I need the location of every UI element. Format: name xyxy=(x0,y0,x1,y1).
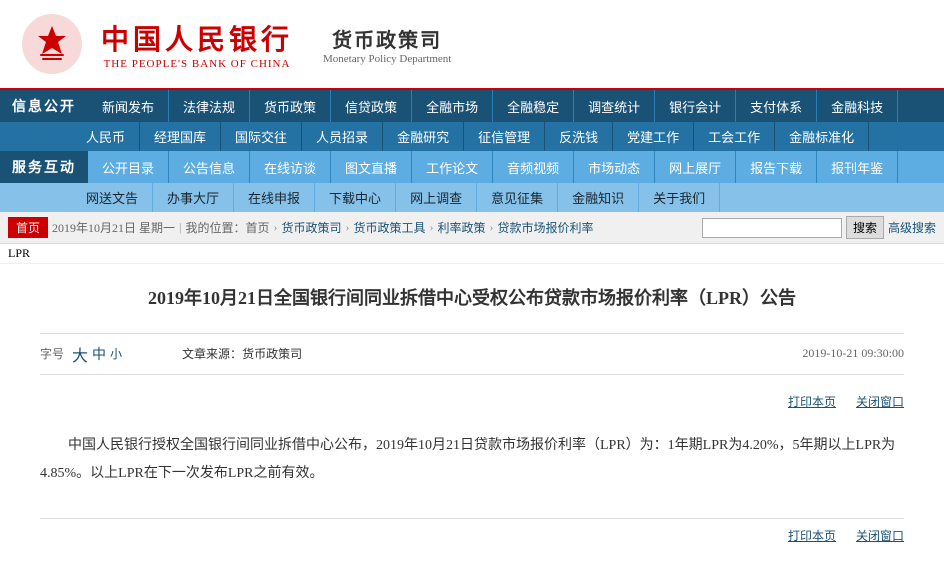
nav-renyuan[interactable]: 人员招录 xyxy=(302,122,383,151)
nav-yinpin[interactable]: 音频视频 xyxy=(493,151,574,183)
current-page-label: LPR xyxy=(0,244,944,264)
nav-xindai[interactable]: 信贷政策 xyxy=(331,90,412,122)
article-actions-top: 打印本页 关闭窗口 xyxy=(40,387,904,416)
nav-gongkai-mulu[interactable]: 公开目录 xyxy=(88,151,169,183)
nav-label-empty-2 xyxy=(0,183,72,212)
source-value: 货币政策司 xyxy=(242,347,302,361)
breadcrumb-link-tools[interactable]: 货币政策工具 xyxy=(353,219,425,236)
nav-jinrong-shichang[interactable]: 全融市场 xyxy=(412,90,493,122)
nav-yinhang-kuaiji[interactable]: 银行会计 xyxy=(655,90,736,122)
nav-label-xinxi: 信息公开 xyxy=(0,90,88,122)
nav-biaozhunhua[interactable]: 金融标准化 xyxy=(775,122,869,151)
nav-banshi-datin[interactable]: 办事大厅 xyxy=(153,183,234,212)
print-link-top[interactable]: 打印本页 xyxy=(788,393,836,410)
article-meta: 字号 大 中 小 文章来源：货币政策司 2019-10-21 09:30:00 xyxy=(40,333,904,375)
dept-name-en: Monetary Policy Department xyxy=(323,53,451,65)
breadcrumb-location-label: 我的位置：首页 xyxy=(185,219,269,236)
breadcrumb-link-dept[interactable]: 货币政策司 xyxy=(281,219,341,236)
nav-xinwen[interactable]: 新闻发布 xyxy=(88,90,169,122)
nav-wangshang-diaocha[interactable]: 网上调查 xyxy=(396,183,477,212)
nav-baogao-xiazai[interactable]: 报告下载 xyxy=(736,151,817,183)
bank-name-en: THE PEOPLE'S BANK OF CHINA xyxy=(104,58,291,70)
breadcrumb-arrow-3: › xyxy=(429,220,433,235)
nav-guoji[interactable]: 国际交往 xyxy=(221,122,302,151)
breadcrumb-link-lv[interactable]: 利率政策 xyxy=(437,219,485,236)
nav-zhengxin[interactable]: 征信管理 xyxy=(464,122,545,151)
nav-row-2-items: 人民币 经理国库 国际交往 人员招录 金融研究 征信管理 反洗钱 党建工作 工会… xyxy=(72,122,944,151)
breadcrumb-pipe-sep: | xyxy=(179,220,181,235)
nav-jinrong-yanjiu[interactable]: 金融研究 xyxy=(383,122,464,151)
breadcrumb-arrow-2: › xyxy=(345,220,349,235)
nav-wangshang-zhantin[interactable]: 网上展厅 xyxy=(655,151,736,183)
advanced-search-link[interactable]: 高级搜索 xyxy=(888,219,936,236)
search-button[interactable]: 搜索 xyxy=(846,216,884,239)
nav-label-fuwu: 服务互动 xyxy=(0,151,88,183)
nav-tuwenzhibo[interactable]: 图文直播 xyxy=(331,151,412,183)
nav-diaocha[interactable]: 调查统计 xyxy=(574,90,655,122)
nav-wangsong[interactable]: 网送文告 xyxy=(72,183,153,212)
logo-area: 中国人民银行 THE PEOPLE'S BANK OF CHINA xyxy=(20,12,293,77)
nav-row-1: 信息公开 新闻发布 法律法规 货币政策 信贷政策 全融市场 全融稳定 调查统计 … xyxy=(0,90,944,122)
article-body: 中国人民银行授权全国银行间同业拆借中心公布，2019年10月21日贷款市场报价利… xyxy=(40,432,904,488)
dept-name-cn: 货币政策司 xyxy=(323,24,451,53)
nav-guoku[interactable]: 经理国库 xyxy=(140,122,221,151)
nav-jinrong-zhishi[interactable]: 金融知识 xyxy=(558,183,639,212)
nav-zaixian-shenbao[interactable]: 在线申报 xyxy=(234,183,315,212)
bank-emblem-icon xyxy=(20,12,85,77)
font-size-options: 大 中 小 xyxy=(72,342,122,366)
nav-row-2: 人民币 经理国库 国际交往 人员招录 金融研究 征信管理 反洗钱 党建工作 工会… xyxy=(0,122,944,151)
nav-label-empty-1 xyxy=(0,122,72,151)
home-button[interactable]: 首页 xyxy=(8,217,48,238)
nav-row-4-items: 网送文告 办事大厅 在线申报 下载中心 网上调查 意见征集 金融知识 关于我们 xyxy=(72,183,944,212)
font-size-label: 字号 xyxy=(40,345,64,362)
nav-huobi[interactable]: 货币政策 xyxy=(250,90,331,122)
font-size-medium-btn[interactable]: 中 xyxy=(92,344,106,364)
nav-falv[interactable]: 法律法规 xyxy=(169,90,250,122)
breadcrumb-bar: 首页 2019年10月21日 星期一 | 我的位置：首页 › 货币政策司 › 货… xyxy=(0,212,944,244)
nav-gonggao[interactable]: 公告信息 xyxy=(169,151,250,183)
nav-jinrong-keji[interactable]: 金融科技 xyxy=(817,90,898,122)
nav-xiazai-zhongxin[interactable]: 下载中心 xyxy=(315,183,396,212)
article-date: 2019-10-21 09:30:00 xyxy=(802,346,904,361)
logo-text: 中国人民银行 THE PEOPLE'S BANK OF CHINA xyxy=(101,18,293,70)
nav-gonghui[interactable]: 工会工作 xyxy=(694,122,775,151)
font-size-large-btn[interactable]: 大 xyxy=(72,342,88,366)
nav-zhifu[interactable]: 支付体系 xyxy=(736,90,817,122)
nav-lunwen[interactable]: 工作论文 xyxy=(412,151,493,183)
dept-name: 货币政策司 Monetary Policy Department xyxy=(323,24,451,65)
breadcrumb-arrow-1: › xyxy=(273,220,277,235)
close-link-top[interactable]: 关闭窗口 xyxy=(856,393,904,410)
search-input[interactable] xyxy=(702,218,842,238)
nav-renminbi[interactable]: 人民币 xyxy=(72,122,140,151)
nav-dangji[interactable]: 党建工作 xyxy=(613,122,694,151)
nav-fanxiqian[interactable]: 反洗钱 xyxy=(545,122,613,151)
breadcrumb-date: 2019年10月21日 星期一 xyxy=(52,219,175,236)
search-area: 搜索 高级搜索 xyxy=(702,216,936,239)
close-link-bottom[interactable]: 关闭窗口 xyxy=(856,527,904,544)
nav-row-4: 网送文告 办事大厅 在线申报 下载中心 网上调查 意见征集 金融知识 关于我们 xyxy=(0,183,944,212)
article-content: 2019年10月21日全国银行间同业拆借中心受权公布贷款市场报价利率（LPR）公… xyxy=(0,264,944,564)
nav-row-3: 服务互动 公开目录 公告信息 在线访谈 图文直播 工作论文 音频视频 市场动态 … xyxy=(0,151,944,183)
nav-guanyu-women[interactable]: 关于我们 xyxy=(639,183,720,212)
article-actions-bottom: 打印本页 关闭窗口 xyxy=(40,518,904,544)
source-label: 文章来源： xyxy=(182,347,242,361)
breadcrumb-arrow-4: › xyxy=(490,220,494,235)
nav-shichang-dongtai[interactable]: 市场动态 xyxy=(574,151,655,183)
nav-niangjian[interactable]: 报刊年鉴 xyxy=(817,151,898,183)
font-size-small-btn[interactable]: 小 xyxy=(110,345,122,362)
bank-name-cn: 中国人民银行 xyxy=(101,18,293,58)
page-header: 中国人民银行 THE PEOPLE'S BANK OF CHINA 货币政策司 … xyxy=(0,0,944,90)
nav-jinrong-wending[interactable]: 全融稳定 xyxy=(493,90,574,122)
print-link-bottom[interactable]: 打印本页 xyxy=(788,527,836,544)
nav-row-1-items: 新闻发布 法律法规 货币政策 信贷政策 全融市场 全融稳定 调查统计 银行会计 … xyxy=(88,90,944,122)
nav-row-3-items: 公开目录 公告信息 在线访谈 图文直播 工作论文 音频视频 市场动态 网上展厅 … xyxy=(88,151,944,183)
article-source: 文章来源：货币政策司 xyxy=(182,345,302,362)
nav-yijian[interactable]: 意见征集 xyxy=(477,183,558,212)
article-title: 2019年10月21日全国银行间同业拆借中心受权公布贷款市场报价利率（LPR）公… xyxy=(40,284,904,313)
nav-zaixian-fangtan[interactable]: 在线访谈 xyxy=(250,151,331,183)
breadcrumb-link-lpr-full[interactable]: 贷款市场报价利率 xyxy=(498,219,594,236)
